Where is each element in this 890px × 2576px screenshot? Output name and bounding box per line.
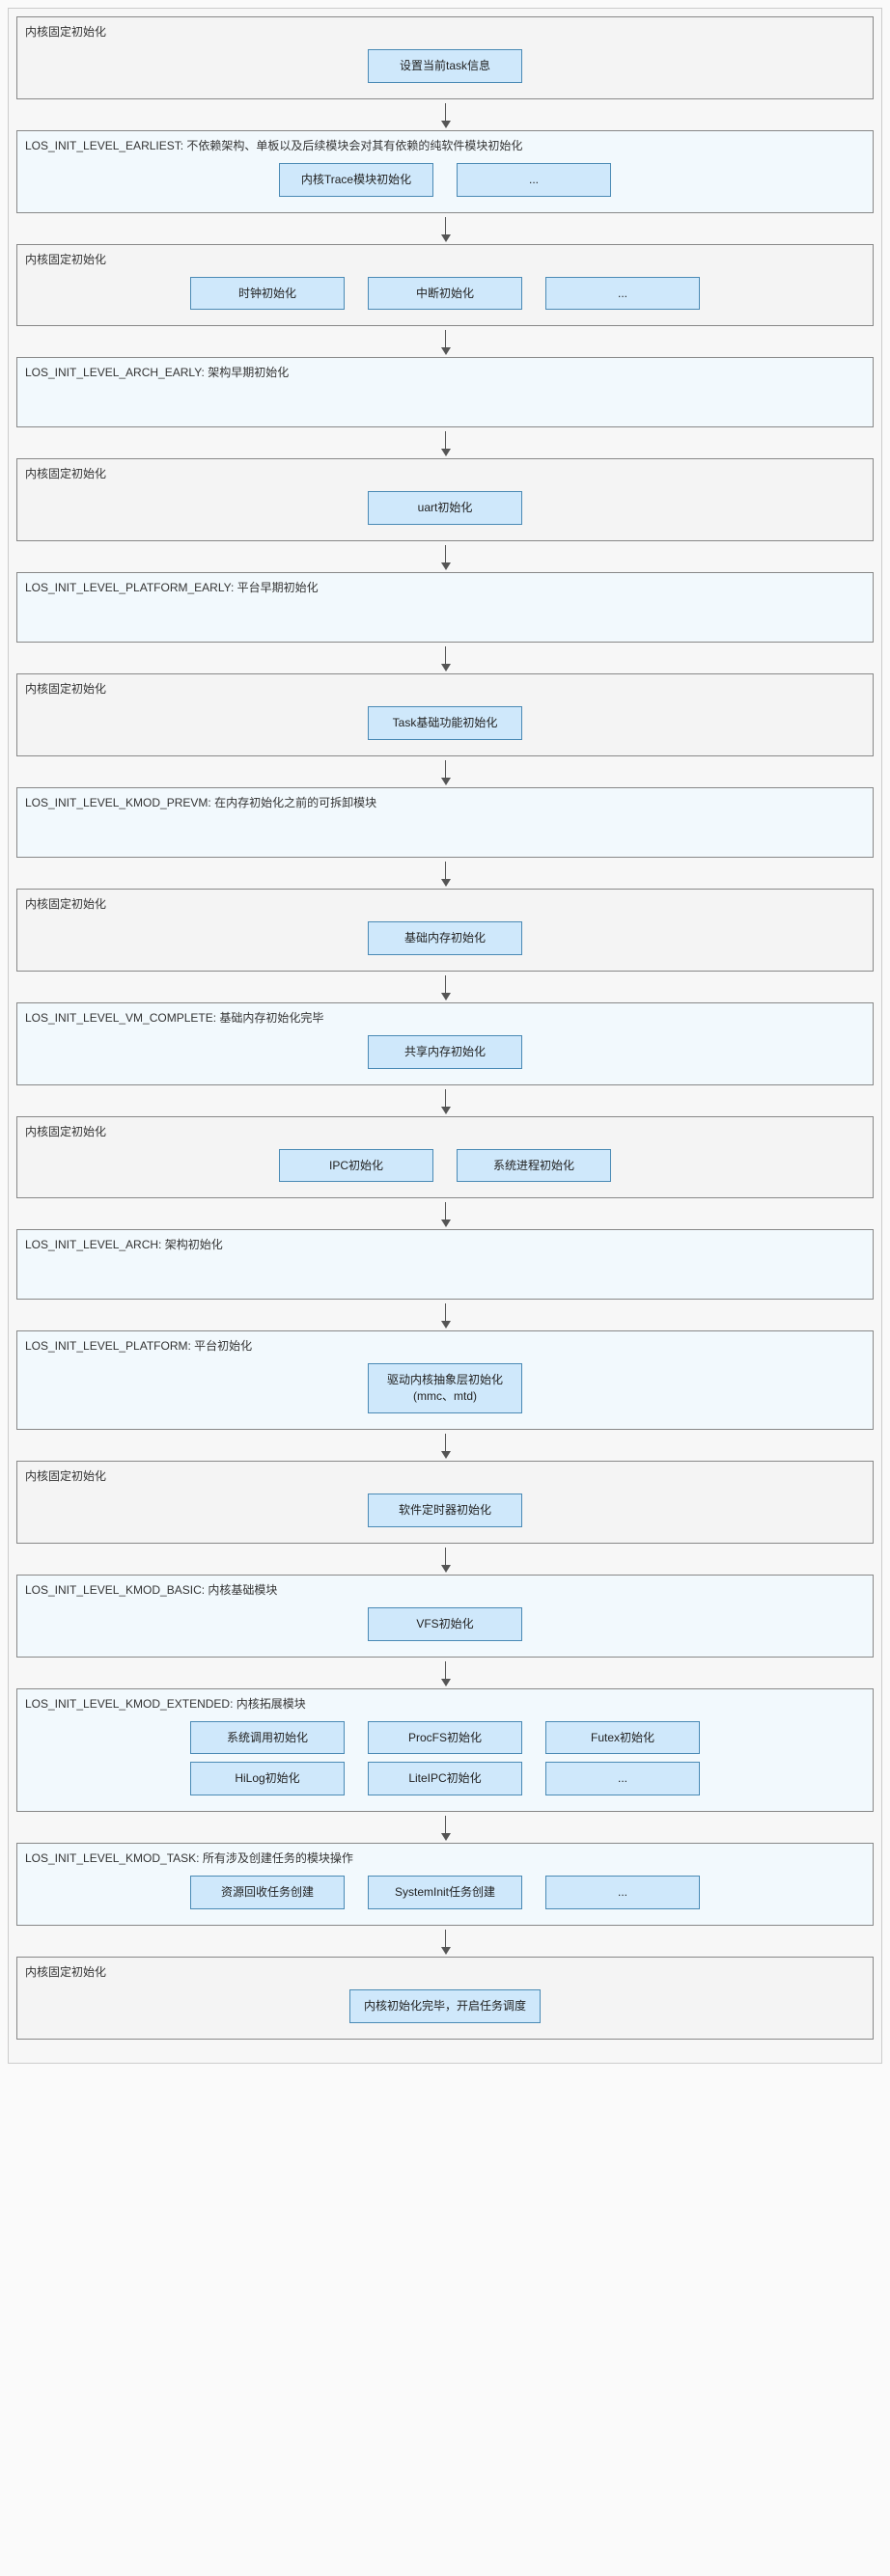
stage: LOS_INIT_LEVEL_ARCH: 架构初始化 <box>16 1229 874 1300</box>
flow-box: Futex初始化 <box>545 1721 700 1755</box>
stage: 内核固定初始化内核初始化完毕，开启任务调度 <box>16 1957 874 2040</box>
stage-title: LOS_INIT_LEVEL_PLATFORM: 平台初始化 <box>25 1337 865 1354</box>
arrow-down-icon <box>16 1206 874 1225</box>
arrow-down-icon <box>16 1551 874 1571</box>
stage: LOS_INIT_LEVEL_VM_COMPLETE: 基础内存初始化完毕共享内… <box>16 1002 874 1085</box>
arrow-down-icon <box>16 764 874 783</box>
arrow-down-icon <box>16 1307 874 1327</box>
arrow-down-icon <box>16 435 874 454</box>
box-row: HiLog初始化 LiteIPC初始化... <box>25 1758 865 1799</box>
stage: LOS_INIT_LEVEL_KMOD_PREVM: 在内存初始化之前的可拆卸模… <box>16 787 874 858</box>
flow-box: Task基础功能初始化 <box>368 706 522 740</box>
box-row: Task基础功能初始化 <box>25 702 865 744</box>
flow-box: 中断初始化 <box>368 277 522 311</box>
stage-title: LOS_INIT_LEVEL_ARCH: 架构初始化 <box>25 1236 865 1252</box>
stage: LOS_INIT_LEVEL_EARLIEST: 不依赖架构、单板以及后续模块会… <box>16 130 874 213</box>
stage-title: 内核固定初始化 <box>25 465 865 481</box>
arrow-down-icon <box>16 1093 874 1112</box>
stage-title: LOS_INIT_LEVEL_KMOD_TASK: 所有涉及创建任务的模块操作 <box>25 1850 865 1866</box>
flow-box: ... <box>545 277 700 311</box>
arrow-down-icon <box>16 549 874 568</box>
stage-title: 内核固定初始化 <box>25 1963 865 1980</box>
stage: 内核固定初始化 Task基础功能初始化 <box>16 673 874 756</box>
arrow-down-icon <box>16 1820 874 1839</box>
stage-title: LOS_INIT_LEVEL_ARCH_EARLY: 架构早期初始化 <box>25 364 865 380</box>
stage-title: LOS_INIT_LEVEL_KMOD_PREVM: 在内存初始化之前的可拆卸模… <box>25 794 865 810</box>
arrow-down-icon <box>16 1438 874 1457</box>
stage-title: LOS_INIT_LEVEL_PLATFORM_EARLY: 平台早期初始化 <box>25 579 865 595</box>
flow-box: 驱动内核抽象层初始化(mmc、mtd) <box>368 1363 522 1413</box>
arrow-down-icon <box>16 865 874 885</box>
stage: LOS_INIT_LEVEL_KMOD_TASK: 所有涉及创建任务的模块操作资… <box>16 1843 874 1926</box>
stage-title: 内核固定初始化 <box>25 251 865 267</box>
flow-box: 设置当前task信息 <box>368 49 522 83</box>
arrow-down-icon <box>16 979 874 999</box>
flow-box: 基础内存初始化 <box>368 921 522 955</box>
box-row: 设置当前task信息 <box>25 45 865 87</box>
box-row: 驱动内核抽象层初始化(mmc、mtd) <box>25 1359 865 1417</box>
stage-title: LOS_INIT_LEVEL_KMOD_EXTENDED: 内核拓展模块 <box>25 1695 865 1712</box>
flowchart-canvas: 内核固定初始化设置当前task信息LOS_INIT_LEVEL_EARLIEST… <box>8 8 882 2064</box>
stage: LOS_INIT_LEVEL_PLATFORM_EARLY: 平台早期初始化 <box>16 572 874 643</box>
arrow-down-icon <box>16 1665 874 1685</box>
stage: LOS_INIT_LEVEL_PLATFORM: 平台初始化驱动内核抽象层初始化… <box>16 1330 874 1430</box>
stage: LOS_INIT_LEVEL_ARCH_EARLY: 架构早期初始化 <box>16 357 874 427</box>
box-row: 内核Trace模块初始化... <box>25 159 865 201</box>
box-row: 系统调用初始化 ProcFS初始化 Futex初始化 <box>25 1717 865 1759</box>
flow-box: LiteIPC初始化 <box>368 1762 522 1795</box>
flow-box: SystemInit任务创建 <box>368 1876 522 1909</box>
arrow-down-icon <box>16 650 874 670</box>
stage: LOS_INIT_LEVEL_KMOD_BASIC: 内核基础模块 VFS初始化 <box>16 1575 874 1658</box>
stage-title: LOS_INIT_LEVEL_VM_COMPLETE: 基础内存初始化完毕 <box>25 1009 865 1026</box>
arrow-down-icon <box>16 334 874 353</box>
flow-box: 系统进程初始化 <box>457 1149 611 1183</box>
flow-box: ... <box>545 1762 700 1795</box>
box-row: IPC初始化系统进程初始化 <box>25 1145 865 1187</box>
stage-title: 内核固定初始化 <box>25 680 865 697</box>
stage-title: 内核固定初始化 <box>25 895 865 912</box>
flow-box: HiLog初始化 <box>190 1762 345 1795</box>
flow-box: 共享内存初始化 <box>368 1035 522 1069</box>
stage: 内核固定初始化 IPC初始化系统进程初始化 <box>16 1116 874 1199</box>
flow-box: 内核Trace模块初始化 <box>279 163 433 197</box>
stage: 内核固定初始化软件定时器初始化 <box>16 1461 874 1544</box>
stage: 内核固定初始化 uart初始化 <box>16 458 874 541</box>
box-row: 共享内存初始化 <box>25 1031 865 1073</box>
box-row: 软件定时器初始化 <box>25 1490 865 1531</box>
stage-title: 内核固定初始化 <box>25 1123 865 1139</box>
stage-title: 内核固定初始化 <box>25 1467 865 1484</box>
stage-title: 内核固定初始化 <box>25 23 865 40</box>
flow-box: VFS初始化 <box>368 1607 522 1641</box>
flow-box: uart初始化 <box>368 491 522 525</box>
arrow-down-icon <box>16 221 874 240</box>
flow-box: IPC初始化 <box>279 1149 433 1183</box>
flow-box: 系统调用初始化 <box>190 1721 345 1755</box>
box-row: 基础内存初始化 <box>25 918 865 959</box>
flow-box: 内核初始化完毕，开启任务调度 <box>349 1989 541 2023</box>
flow-box: ... <box>545 1876 700 1909</box>
stage-title: LOS_INIT_LEVEL_EARLIEST: 不依赖架构、单板以及后续模块会… <box>25 137 865 153</box>
stage: LOS_INIT_LEVEL_KMOD_EXTENDED: 内核拓展模块系统调用… <box>16 1688 874 1813</box>
box-row: VFS初始化 <box>25 1603 865 1645</box>
box-row: 时钟初始化中断初始化... <box>25 273 865 315</box>
box-row: 资源回收任务创建 SystemInit任务创建... <box>25 1872 865 1913</box>
stage: 内核固定初始化时钟初始化中断初始化... <box>16 244 874 327</box>
flow-box: 时钟初始化 <box>190 277 345 311</box>
stage: 内核固定初始化设置当前task信息 <box>16 16 874 99</box>
arrow-down-icon <box>16 107 874 126</box>
arrow-down-icon <box>16 1933 874 1953</box>
flow-box: 软件定时器初始化 <box>368 1494 522 1527</box>
flow-box: 资源回收任务创建 <box>190 1876 345 1909</box>
stage: 内核固定初始化基础内存初始化 <box>16 889 874 972</box>
flow-box: ... <box>457 163 611 197</box>
box-row: uart初始化 <box>25 487 865 529</box>
flow-box: ProcFS初始化 <box>368 1721 522 1755</box>
box-row: 内核初始化完毕，开启任务调度 <box>25 1986 865 2027</box>
stage-title: LOS_INIT_LEVEL_KMOD_BASIC: 内核基础模块 <box>25 1581 865 1598</box>
